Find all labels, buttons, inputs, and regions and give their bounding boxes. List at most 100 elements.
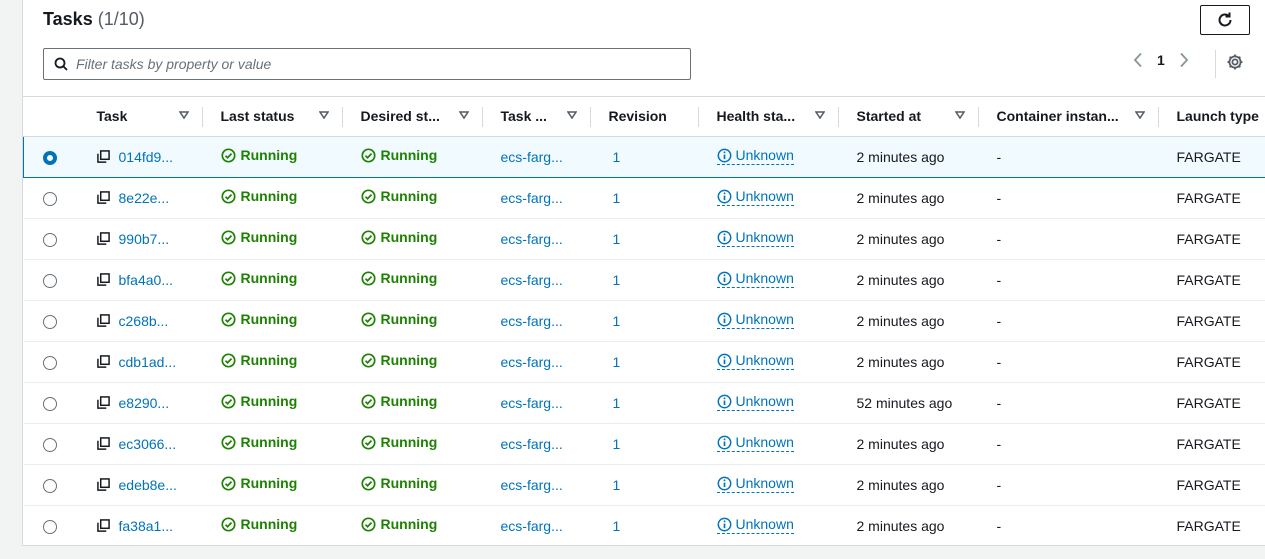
task-definition-link[interactable]: ecs-farg... <box>501 149 563 165</box>
row-radio-button[interactable] <box>42 519 57 534</box>
row-radio-button[interactable] <box>42 355 57 370</box>
table-row[interactable]: c268b... Running Running ecs-farg... 1 Unknow… <box>23 300 1265 342</box>
task-definition-link[interactable]: ecs-farg... <box>501 190 563 206</box>
task-definition-link[interactable]: ecs-farg... <box>501 354 563 370</box>
row-radio-button[interactable] <box>42 396 57 411</box>
table-row[interactable]: fa38a1... Running Running ecs-farg... 1 Unkno… <box>23 505 1265 545</box>
health-status-cell: Unknown <box>698 135 839 178</box>
copy-icon[interactable] <box>96 478 110 491</box>
table-row[interactable]: bfa4a0... Running Running ecs-farg... 1 Unkno… <box>23 259 1265 301</box>
sort-caret-icon[interactable] <box>566 110 577 120</box>
row-radio-button[interactable] <box>42 232 57 247</box>
revision-link[interactable]: 1 <box>609 395 621 411</box>
row-select-cell <box>23 382 79 424</box>
chevron-left-icon[interactable] <box>1133 52 1143 68</box>
row-radio-button[interactable] <box>42 273 57 288</box>
health-status-popover[interactable]: Unknown <box>716 270 794 289</box>
column-header-desired-status[interactable]: Desired st... <box>342 97 483 137</box>
table-row[interactable]: cdb1ad... Running Running ecs-farg... 1 Unkno… <box>23 341 1265 383</box>
copy-icon[interactable] <box>96 437 110 450</box>
copy-icon[interactable] <box>96 314 110 327</box>
revision-link[interactable]: 1 <box>609 149 621 165</box>
revision-cell: 1 <box>590 382 699 424</box>
task-id-link[interactable]: 990b7... <box>119 231 170 247</box>
task-id-link[interactable]: e8290... <box>119 395 170 411</box>
health-status-popover[interactable]: Unknown <box>716 352 794 371</box>
table-row[interactable]: ec3066... Running Running ecs-farg... 1 Unkno… <box>23 423 1265 465</box>
copy-icon[interactable] <box>96 191 110 204</box>
health-status-popover[interactable]: Unknown <box>716 434 794 453</box>
task-id-link[interactable]: edeb8e... <box>119 477 177 493</box>
chevron-right-icon[interactable] <box>1179 52 1189 68</box>
filter-tasks-field[interactable] <box>43 48 691 80</box>
column-header-health-status[interactable]: Health sta... <box>698 97 839 137</box>
select-column-header <box>23 97 79 137</box>
sort-caret-icon[interactable] <box>814 110 825 120</box>
health-status-popover[interactable]: Unknown <box>716 188 794 207</box>
copy-icon[interactable] <box>96 150 110 163</box>
copy-icon[interactable] <box>96 519 110 532</box>
filter-tasks-input[interactable] <box>76 56 676 72</box>
row-radio-button[interactable] <box>42 437 57 452</box>
task-id-link[interactable]: fa38a1... <box>119 518 174 534</box>
page-number[interactable]: 1 <box>1157 52 1165 68</box>
sort-caret-icon[interactable] <box>178 110 189 120</box>
health-status-popover[interactable]: Unknown <box>716 475 794 494</box>
column-header-task[interactable]: Task <box>78 97 203 137</box>
revision-link[interactable]: 1 <box>609 518 621 534</box>
task-id-link[interactable]: ec3066... <box>119 436 177 452</box>
copy-icon[interactable] <box>96 396 110 409</box>
revision-link[interactable]: 1 <box>609 477 621 493</box>
task-id-link[interactable]: bfa4a0... <box>119 272 174 288</box>
column-header-task-definition[interactable]: Task ... <box>482 97 591 137</box>
health-status-popover[interactable]: Unknown <box>716 147 794 166</box>
revision-link[interactable]: 1 <box>609 354 621 370</box>
revision-link[interactable]: 1 <box>609 190 621 206</box>
row-radio-button[interactable] <box>42 314 57 329</box>
sort-caret-icon[interactable] <box>1134 110 1145 120</box>
copy-icon[interactable] <box>96 355 110 368</box>
status-check-icon <box>220 353 236 368</box>
task-definition-link[interactable]: ecs-farg... <box>501 272 563 288</box>
column-header-started-at[interactable]: Started at <box>838 97 979 137</box>
table-row[interactable]: 014fd9... Running Running ecs-farg... 1 Unkno… <box>23 135 1265 178</box>
column-header-container-instance[interactable]: Container instan... <box>978 97 1159 137</box>
revision-link[interactable]: 1 <box>609 436 621 452</box>
task-id-link[interactable]: 014fd9... <box>119 149 174 165</box>
refresh-button[interactable] <box>1200 5 1250 35</box>
revision-link[interactable]: 1 <box>609 231 621 247</box>
task-id-link[interactable]: 8e22e... <box>119 190 170 206</box>
health-status-popover[interactable]: Unknown <box>716 229 794 248</box>
sort-caret-icon[interactable] <box>458 110 469 120</box>
column-header-last-status[interactable]: Last status <box>202 97 343 137</box>
task-definition-link[interactable]: ecs-farg... <box>501 477 563 493</box>
health-status-popover[interactable]: Unknown <box>716 393 794 412</box>
sort-caret-icon[interactable] <box>954 110 965 120</box>
column-header-revision[interactable]: Revision <box>590 97 699 137</box>
column-header-launch-type[interactable]: Launch type <box>1158 97 1265 137</box>
copy-icon[interactable] <box>96 273 110 286</box>
last-status-cell: Running <box>202 177 343 219</box>
task-id-link[interactable]: c268b... <box>119 313 169 329</box>
health-status-popover[interactable]: Unknown <box>716 311 794 330</box>
table-row[interactable]: 8e22e... Running Running ecs-farg... 1 Unknow… <box>23 177 1265 219</box>
task-id-link[interactable]: cdb1ad... <box>119 354 177 370</box>
copy-icon[interactable] <box>96 232 110 245</box>
preferences-button[interactable] <box>1226 53 1244 74</box>
health-status-popover[interactable]: Unknown <box>716 516 794 535</box>
task-definition-link[interactable]: ecs-farg... <box>501 436 563 452</box>
revision-link[interactable]: 1 <box>609 272 621 288</box>
task-definition-link[interactable]: ecs-farg... <box>501 313 563 329</box>
started-at-cell: 2 minutes ago <box>838 300 979 342</box>
task-definition-link[interactable]: ecs-farg... <box>501 231 563 247</box>
table-row[interactable]: 990b7... Running Running ecs-farg... 1 Unknow… <box>23 218 1265 260</box>
row-radio-button[interactable] <box>43 150 57 165</box>
table-row[interactable]: edeb8e... Running Running ecs-farg... 1 Unkno… <box>23 464 1265 506</box>
row-radio-button[interactable] <box>42 478 57 493</box>
revision-link[interactable]: 1 <box>609 313 621 329</box>
task-definition-link[interactable]: ecs-farg... <box>501 395 563 411</box>
row-radio-button[interactable] <box>42 191 57 206</box>
sort-caret-icon[interactable] <box>318 110 329 120</box>
task-definition-link[interactable]: ecs-farg... <box>501 518 563 534</box>
table-row[interactable]: e8290... Running Running ecs-farg... 1 Unknow… <box>23 382 1265 424</box>
